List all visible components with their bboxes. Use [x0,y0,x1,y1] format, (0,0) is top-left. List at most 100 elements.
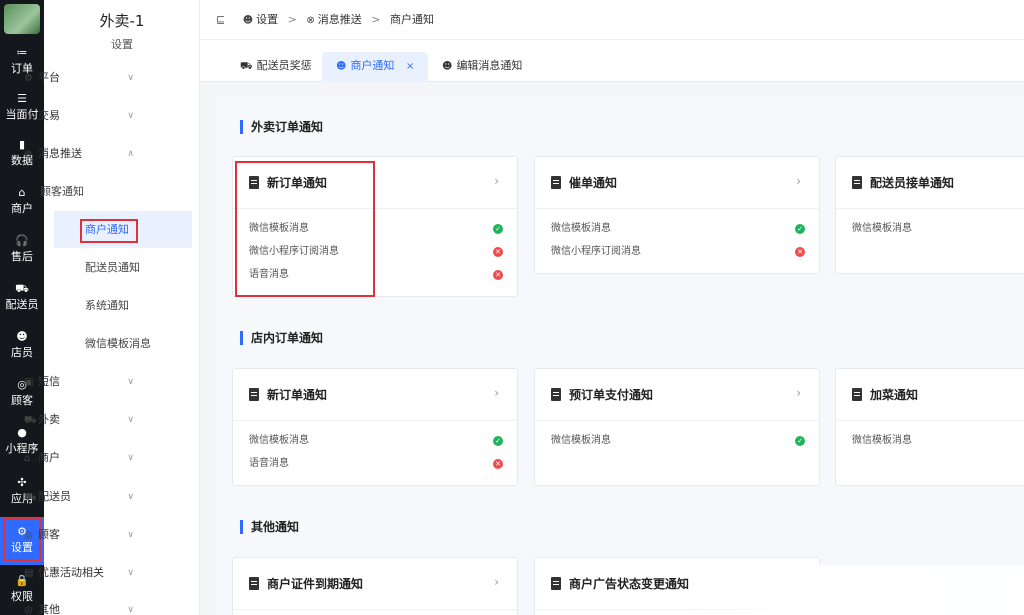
sidebar-group-takeout[interactable]: ⛟外卖 ∨ [24,410,144,430]
highlight-outline [235,161,375,297]
card-dinein-preorder-pay[interactable]: 预订单支付通知 › 微信模板消息 ✓ [534,368,820,486]
sms-icon: ▣ [24,377,34,388]
list-item: 微信模板消息 ✓ [551,222,805,236]
tab-edit-message[interactable]: ☻ 编辑消息通知 [428,52,536,82]
section-title-other: 其他通知 [240,520,299,534]
rail-item-after-sales[interactable]: 🎧 售后 [0,226,44,274]
rail-item-staff[interactable]: ☻ 店员 [0,322,44,370]
card-takeout-reminder[interactable]: 催单通知 › 微信模板消息 ✓ 微信小程序订阅消息 ✕ [534,156,820,274]
push-icon: ⊗ [306,15,315,26]
monitor-icon [551,577,561,590]
sidebar-group-customer[interactable]: ◎ 顾客 ∨ [24,525,144,545]
user-icon: ☻ [242,15,254,26]
clipboard-icon [551,388,561,401]
store-icon: ⌂ [24,453,31,464]
gear-icon: ⚙ [24,73,33,84]
breadcrumb-merchant-notify: 商户通知 [389,13,434,26]
scooter-icon: ⛟ [24,492,37,503]
chevron-right-icon[interactable]: › [494,575,499,589]
scooter-icon: ⛟ [240,61,253,72]
user-icon: ☻ [16,330,28,343]
sidebar-item-rider-notify[interactable]: 配送员通知 [85,258,140,278]
gift-icon: ▤ [24,568,34,579]
list-item: 微信模板消息 ✓ [551,434,805,448]
rail-item-merchant[interactable]: ⌂ 商户 [0,178,44,226]
collapse-menu-icon[interactable]: ⊑ [216,13,225,26]
push-icon: ⊗ [24,149,33,160]
sidebar-group-rider[interactable]: ⛟配送员 ∨ [24,487,144,507]
list-item: 微信模板消息 ✓ [249,434,503,448]
sidebar-title: 外卖-1 [99,12,145,30]
sidebar-group-other[interactable]: ◎ 其他 ∨ [24,600,144,615]
check-icon: ✓ [493,224,503,234]
chevron-down-icon: ∨ [127,453,134,463]
trade-icon: ◷ [24,111,33,122]
customer-icon: ◎ [24,530,33,541]
chevron-right-icon[interactable]: › [494,174,499,188]
sidebar-group-platform[interactable]: ⚙ 平台 ∨ [24,68,144,88]
store-icon: ⌂ [18,186,26,199]
chevron-down-icon: ∨ [127,111,134,121]
sidebar-group-trade[interactable]: ◷ 交易 ∨ [24,106,144,126]
chevron-down-icon: ∨ [127,568,134,578]
other-icon: ◎ [24,605,33,615]
clipboard-icon [249,388,259,401]
chevron-down-icon: ∨ [127,530,134,540]
chevron-down-icon: ∨ [127,492,134,502]
sidebar-group-merchant[interactable]: ⌂ 商户 ∨ [24,448,144,468]
clipboard-icon [852,176,862,189]
breadcrumb: ⊑ ☻ 设置 > ⊗ 消息推送 > 商户通知 [216,13,434,26]
license-icon [249,577,259,590]
sidebar-item-system-notify[interactable]: 系统通知 [85,296,129,316]
watermark-fade [690,565,1024,615]
list-item: 语音消息 ✕ [249,457,503,471]
error-icon: ✕ [493,459,503,469]
breadcrumb-settings[interactable]: 设置 [256,13,278,26]
highlight-outline [80,219,138,243]
check-icon: ✓ [795,436,805,446]
sidebar-item-wechat-template[interactable]: 微信模板消息 [85,334,151,354]
sidebar-group-sms[interactable]: ▣ 短信 ∨ [24,372,144,392]
card-dinein-add-dish[interactable]: 加菜通知 微信模板消息 [835,368,1024,486]
list-item: 微信模板消息 [852,435,912,446]
check-icon: ✓ [795,224,805,234]
section-title-dine-in: 店内订单通知 [240,331,323,345]
sidebar-subtitle: 设置 [111,38,133,51]
list-icon: ≔ [16,46,28,59]
check-icon: ✓ [493,436,503,446]
list-item: 微信小程序订阅消息 ✕ [551,245,805,259]
rail-item-rider[interactable]: ⛟ 配送员 [0,274,44,322]
tab-bar: ⛟ 配送员奖惩 ☻ 商户通知 × ☻ 编辑消息通知 [200,40,1024,82]
scooter-icon: ⛟ [15,282,29,295]
card-takeout-rider-accept[interactable]: 配送员接单通知 微信模板消息 [835,156,1024,274]
chevron-down-icon: ∨ [127,605,134,615]
chevron-right-icon[interactable]: › [796,174,801,188]
avatar[interactable] [4,4,40,34]
card-dinein-new-order[interactable]: 新订单通知 › 微信模板消息 ✓ 语音消息 ✕ [232,368,518,486]
user-icon: ☻ [442,61,453,72]
list-item: 微信模板消息 [852,223,912,234]
close-icon[interactable]: × [406,61,414,72]
chevron-right-icon[interactable]: › [494,386,499,400]
clipboard-icon [551,176,561,189]
sidebar-group-promotions[interactable]: ▤ 优惠活动相关 ∨ [24,563,144,583]
headset-icon: 🎧 [15,234,29,247]
error-icon: ✕ [493,247,503,257]
left-rail: ≔ 订单 ☰ 当面付 ▮ 数据 ⌂ 商户 🎧 售后 ⛟ 配送员 ☻ 店员 ◎ 顾… [0,0,44,615]
section-title-takeout: 外卖订单通知 [240,120,323,134]
clipboard-icon [852,388,862,401]
user-icon: ☻ [336,61,347,72]
scooter-icon: ⛟ [24,415,37,426]
top-bar: ⊑ ☻ 设置 > ⊗ 消息推送 > 商户通知 [200,0,1024,40]
sidebar-group-push[interactable]: ⊗ 消息推送 ∧ [24,144,144,164]
error-icon: ✕ [795,247,805,257]
tab-merchant-notify[interactable]: ☻ 商户通知 × [322,52,429,82]
chevron-down-icon: ∨ [127,377,134,387]
breadcrumb-push[interactable]: 消息推送 [318,13,362,26]
sidebar-item-customer-notify[interactable]: 顾客通知 [40,182,84,202]
chevron-up-icon: ∧ [127,149,134,159]
card-license-expiry[interactable]: 商户证件到期通知 › [232,557,518,615]
chevron-right-icon[interactable]: › [796,386,801,400]
tab-rider-reward[interactable]: ⛟ 配送员奖惩 [226,52,326,82]
chevron-down-icon: ∨ [127,415,134,425]
